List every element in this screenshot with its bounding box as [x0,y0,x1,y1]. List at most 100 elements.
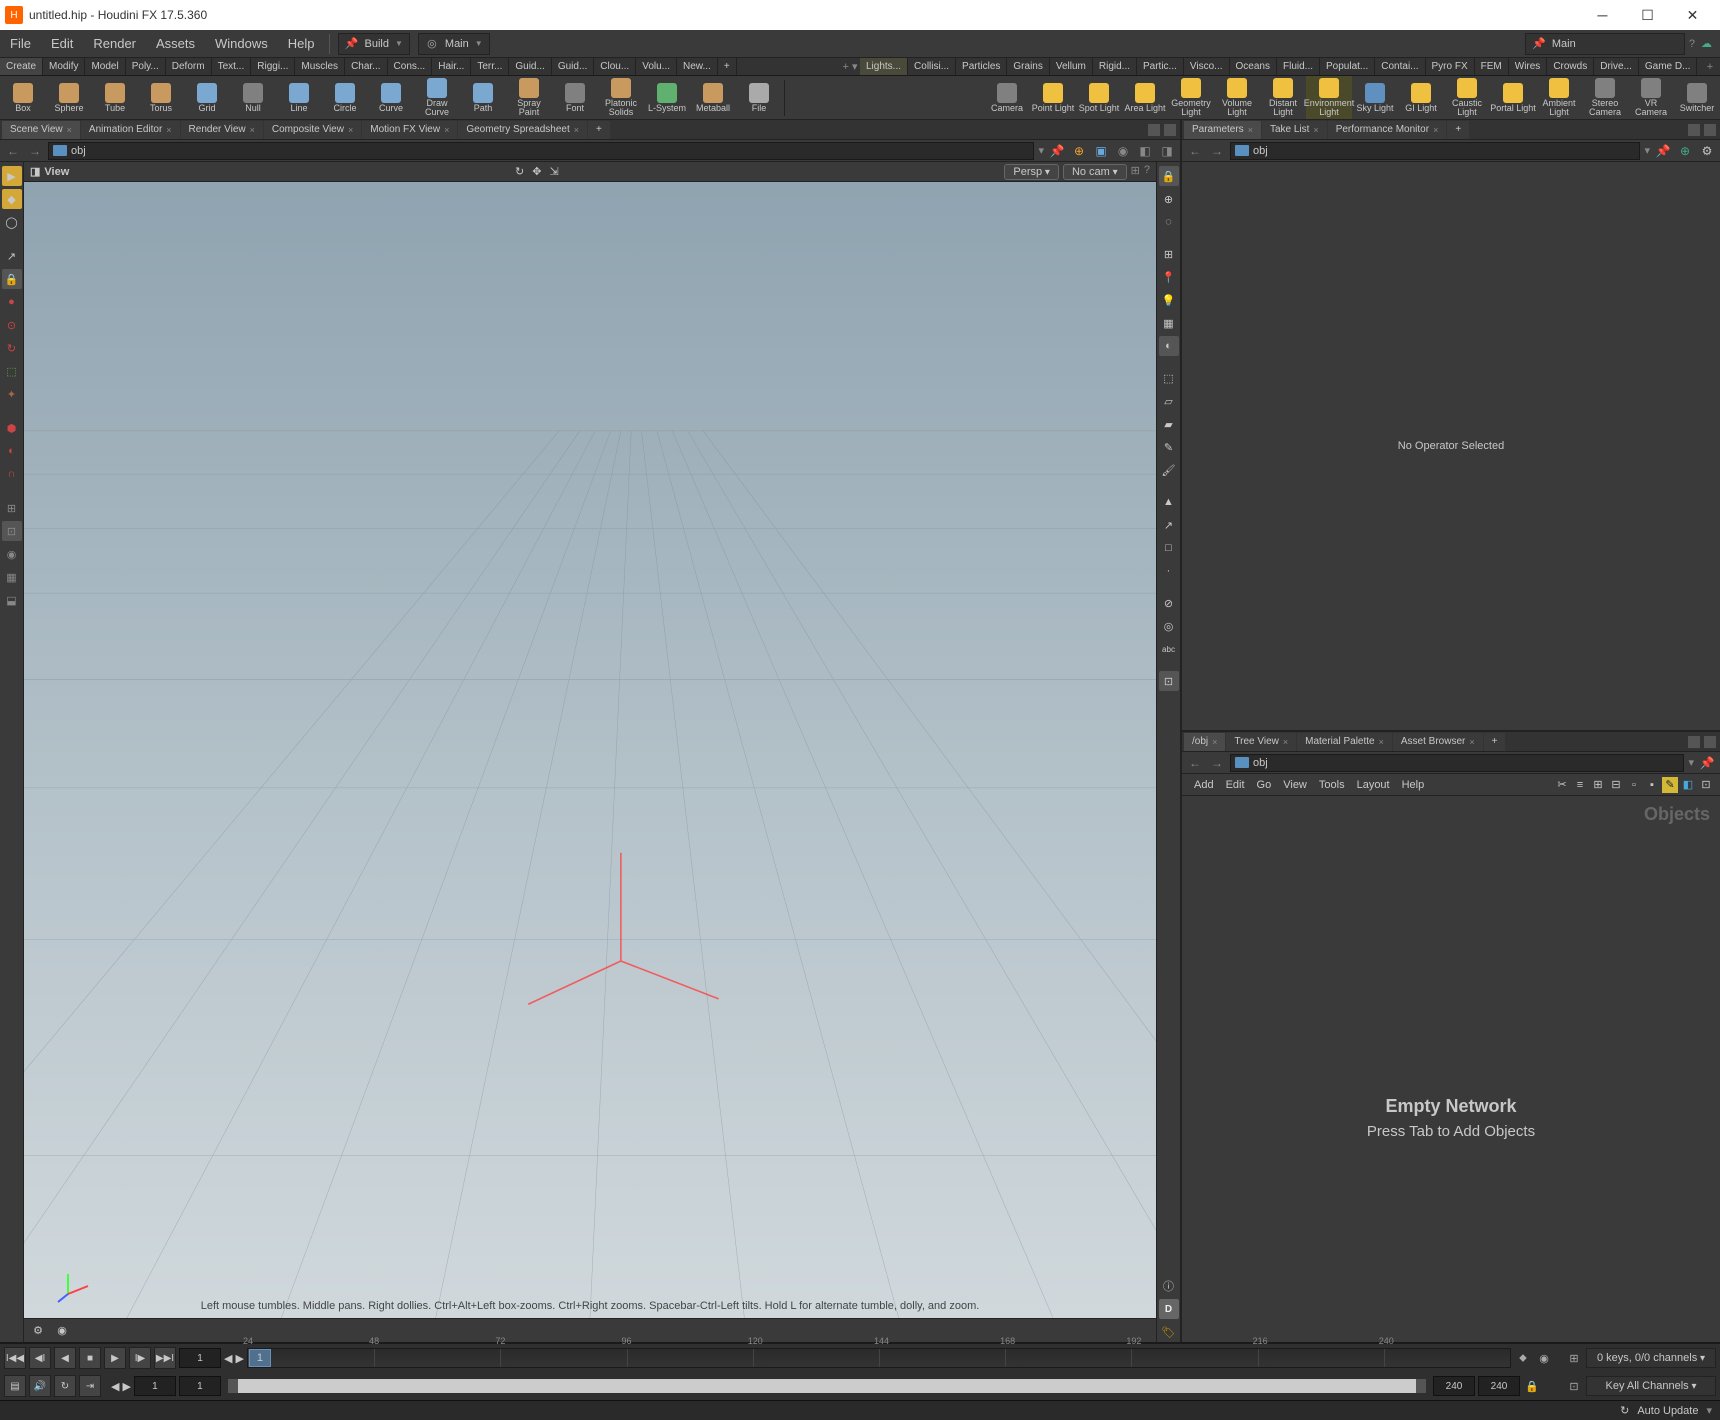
shelf-tab[interactable]: Terr... [471,58,509,75]
tool-point-light[interactable]: Point Light [1030,76,1076,120]
shelf-tab[interactable]: Hair... [432,58,471,75]
help-icon[interactable]: ? [1144,164,1150,180]
realtime-button[interactable]: ▤ [4,1375,26,1397]
display-tool[interactable]: ⊡ [2,521,22,541]
range-slider[interactable] [228,1379,1426,1393]
tool-caustic-light[interactable]: Caustic Light [1444,76,1490,120]
select-region-tool[interactable]: ◆ [2,189,22,209]
tool-font[interactable]: Font [552,76,598,120]
nav-fwd-button[interactable]: → [1208,754,1226,772]
smooth-icon[interactable]: ▰ [1159,414,1179,434]
nav-fwd-button[interactable]: → [26,142,44,160]
shelf-tab[interactable]: + [718,58,737,75]
pane-max-icon[interactable] [1688,736,1700,748]
path-input[interactable]: obj [1230,142,1640,160]
net-menu-tools[interactable]: Tools [1313,777,1351,793]
eye-icon[interactable]: ◉ [52,1321,72,1341]
color-icon[interactable]: ◧ [1680,777,1696,793]
tool-box[interactable]: Box [0,76,46,120]
rotate-tool[interactable]: ↻ [2,338,22,358]
persp-dropdown[interactable]: Persp ▾ [1004,164,1059,180]
close-icon[interactable]: × [166,125,171,135]
pane-tab[interactable]: Material Palette × [1297,733,1392,751]
play-button[interactable]: ▶ [104,1347,126,1369]
shelf-tab[interactable]: Particles [956,58,1007,75]
handle-tool[interactable]: ● [2,292,22,312]
tool-l-system[interactable]: L-System [644,76,690,120]
net-menu-help[interactable]: Help [1396,777,1431,793]
shelf-tab[interactable]: Riggi... [251,58,295,75]
tab-add-button[interactable]: + [1447,121,1469,139]
shelf-tab[interactable]: FEM [1475,58,1509,75]
camera-tool[interactable]: ▦ [2,567,22,587]
shelf-tab[interactable]: Fluid... [1277,58,1320,75]
tool-geometry-light[interactable]: Geometry Light [1168,76,1214,120]
channel-icon[interactable]: ⊞ [1565,1349,1583,1367]
d-icon[interactable]: D [1159,1299,1179,1319]
point-icon[interactable]: · [1159,561,1179,581]
close-icon[interactable]: × [1212,737,1217,747]
menu-help[interactable]: Help [278,30,325,58]
shelf-tab[interactable]: Guid... [552,58,594,75]
refresh-icon[interactable]: ↻ [1620,1404,1629,1417]
next-key-icon[interactable]: ▶ [235,1352,243,1365]
tool-sky-light[interactable]: Sky Light [1352,76,1398,120]
net-menu-add[interactable]: Add [1188,777,1220,793]
net-menu-go[interactable]: Go [1251,777,1278,793]
tool-stereo-camera[interactable]: Stereo Camera [1582,76,1628,120]
light-tool[interactable]: ◉ [2,544,22,564]
tool-draw-curve[interactable]: Draw Curve [414,76,460,120]
prev-frame-button[interactable]: ◀I [29,1347,51,1369]
range-prev-icon[interactable]: ◀ [111,1380,119,1393]
med-icon[interactable]: ▪ [1644,777,1660,793]
grid-icon[interactable]: ⊞ [1590,777,1606,793]
tool-area-light[interactable]: Area Light [1122,76,1168,120]
net-menu-layout[interactable]: Layout [1351,777,1396,793]
snap-tool[interactable]: ⊙ [2,315,22,335]
tool-path[interactable]: Path [460,76,506,120]
pose-tool[interactable]: ✦ [2,384,22,404]
nav-fwd-button[interactable]: → [1208,142,1226,160]
menu-edit[interactable]: Edit [41,30,83,58]
stop-button[interactable]: ■ [79,1347,101,1369]
panel-icon[interactable]: ◨ [1158,142,1176,160]
tool-platonic-solids[interactable]: Platonic Solids [598,76,644,120]
scale-tool[interactable]: ⬚ [2,361,22,381]
flat-icon[interactable]: ▱ [1159,391,1179,411]
light-icon[interactable]: 💡 [1159,290,1179,310]
shade-icon[interactable]: ◐ [1159,336,1179,356]
shelf-tab[interactable]: Deform [166,58,212,75]
menu-file[interactable]: File [0,30,41,58]
next-frame-button[interactable]: I▶ [129,1347,151,1369]
pane-tab[interactable]: Take List × [1262,121,1327,139]
pane-tab[interactable]: Performance Monitor × [1328,121,1447,139]
tool-volume-light[interactable]: Volume Light [1214,76,1260,120]
close-icon[interactable]: × [67,125,72,135]
shelf-tab[interactable]: Vellum [1050,58,1093,75]
pane-tab[interactable]: /obj × [1184,733,1225,751]
3d-viewport[interactable]: Left mouse tumbles. Middle pans. Right d… [24,182,1156,1318]
tool-torus[interactable]: Torus [138,76,184,120]
tool-spot-light[interactable]: Spot Light [1076,76,1122,120]
lock-tool[interactable]: 🔒 [2,269,22,289]
tool-line[interactable]: Line [276,76,322,120]
tool-distant-light[interactable]: Distant Light [1260,76,1306,120]
info-icon[interactable]: ⓘ [1159,1276,1179,1296]
desktop-selector-right[interactable]: ◎ Main ▼ [418,33,490,55]
prev-key-icon[interactable]: ◀ [224,1352,232,1365]
edit-icon[interactable]: ✎ [1159,437,1179,457]
bg-icon[interactable]: ▦ [1159,313,1179,333]
range-handle-start[interactable] [228,1379,238,1393]
keys-status[interactable]: 0 keys, 0/0 channels ▾ [1586,1348,1716,1368]
loop-button[interactable]: ↻ [54,1375,76,1397]
shelf-tab[interactable]: Create [0,58,43,75]
link-icon[interactable]: ⊕ [1676,142,1694,160]
help-icon[interactable]: ? [1689,38,1695,50]
shelf-tab[interactable]: Contai... [1375,58,1425,75]
pane-tab[interactable]: Motion FX View × [362,121,457,139]
tool-sphere[interactable]: Sphere [46,76,92,120]
shelf-tab[interactable]: Oceans [1230,58,1277,75]
range-end-input[interactable] [1433,1376,1475,1396]
current-frame-input[interactable] [179,1348,221,1368]
menu-windows[interactable]: Windows [205,30,278,58]
